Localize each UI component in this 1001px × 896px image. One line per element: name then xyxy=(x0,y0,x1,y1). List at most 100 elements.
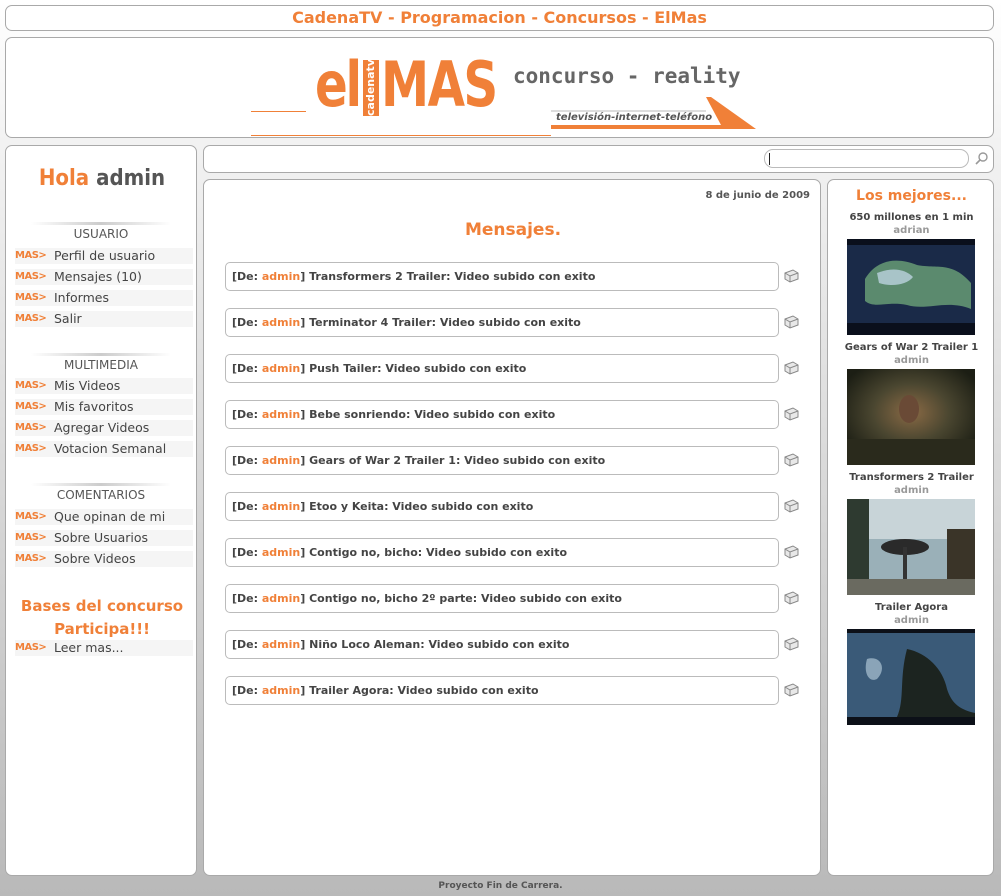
delete-message-icon[interactable] xyxy=(782,591,800,605)
message-item[interactable]: [De: admin] Push Tailer: Video subido co… xyxy=(225,354,779,383)
message-sender[interactable]: admin xyxy=(262,408,300,421)
section-divider xyxy=(31,483,171,486)
message-sender[interactable]: admin xyxy=(262,638,300,651)
message-from-prefix: [De: xyxy=(232,316,262,329)
search-icon[interactable] xyxy=(974,151,990,167)
delete-message-icon[interactable] xyxy=(782,637,800,651)
video-thumbnail[interactable] xyxy=(847,369,975,465)
sidebar-item-mis-favoritos[interactable]: MAS> Mis favoritos xyxy=(15,399,193,415)
mas-arrow-icon: MAS> xyxy=(15,250,47,261)
message-sender[interactable]: admin xyxy=(262,546,300,559)
current-date: 8 de junio de 2009 xyxy=(705,190,810,201)
section-title: COMENTARIOS xyxy=(56,488,146,502)
sidebar-item-label: Perfil de usuario xyxy=(54,248,156,263)
video-title[interactable]: Trailer Agora xyxy=(828,602,995,613)
video-author: admin xyxy=(894,355,929,366)
sidebar-item-label: Que opinan de mi xyxy=(54,509,166,524)
delete-message-icon[interactable] xyxy=(782,453,800,467)
sidebar-item-sobre-videos[interactable]: MAS> Sobre Videos xyxy=(15,551,193,567)
sidebar-item-salir[interactable]: MAS> Salir xyxy=(15,311,193,327)
message-sender[interactable]: admin xyxy=(262,454,300,467)
delete-message-icon[interactable] xyxy=(782,269,800,283)
sidebar-item-perfil[interactable]: MAS> Perfil de usuario xyxy=(15,248,193,264)
message-item[interactable]: [De: admin] Contigo no, bicho: Video sub… xyxy=(225,538,779,567)
video-title[interactable]: 650 millones en 1 min xyxy=(828,212,995,223)
sidebar-item-votacion-semanal[interactable]: MAS> Votacion Semanal xyxy=(15,441,193,457)
message-item[interactable]: [De: admin] Trailer Agora: Video subido … xyxy=(225,676,779,705)
footer: Proyecto Fin de Carrera. xyxy=(438,881,563,891)
sidebar-item-label: Leer mas... xyxy=(54,640,124,655)
message-item[interactable]: [De: admin] Contigo no, bicho 2º parte: … xyxy=(225,584,779,613)
sidebar-item-mensajes[interactable]: MAS> Mensajes (10) xyxy=(15,269,193,285)
section-divider xyxy=(31,353,171,356)
message-text: Contigo no, bicho 2º parte: Video subido… xyxy=(309,592,622,605)
message-from-prefix: [De: xyxy=(232,684,262,697)
search-input[interactable] xyxy=(764,149,969,168)
sidebar-item-leer-mas[interactable]: MAS> Leer mas... xyxy=(15,640,193,656)
video-thumbnail[interactable] xyxy=(847,499,975,595)
message-from-prefix: [De: xyxy=(232,500,262,513)
message-from-suffix: ] xyxy=(300,684,306,697)
sidebar-item-label: Votacion Semanal xyxy=(54,441,167,456)
message-sender[interactable]: admin xyxy=(262,684,300,697)
message-text: Transformers 2 Trailer: Video subido con… xyxy=(309,270,596,283)
top-nav-links[interactable]: CadenaTV - Programacion - Concursos - El… xyxy=(292,8,707,27)
elmas-logo[interactable]: el cadenatv MAS concurso - reality telev… xyxy=(251,50,756,136)
delete-message-icon[interactable] xyxy=(782,361,800,375)
mas-arrow-icon: MAS> xyxy=(15,422,47,433)
message-from-suffix: ] xyxy=(300,592,306,605)
video-title[interactable]: Gears of War 2 Trailer 1 xyxy=(828,342,995,353)
logo-mas: MAS xyxy=(381,48,498,121)
message-item[interactable]: [De: admin] Transformers 2 Trailer: Vide… xyxy=(225,262,779,291)
section-divider xyxy=(31,222,171,225)
delete-message-icon[interactable] xyxy=(782,315,800,329)
message-from-suffix: ] xyxy=(300,500,306,513)
message-sender[interactable]: admin xyxy=(262,316,300,329)
page-title: Mensajes. xyxy=(464,220,562,240)
sidebar-item-que-opinan[interactable]: MAS> Que opinan de mi xyxy=(15,509,193,525)
video-thumbnail[interactable] xyxy=(847,629,975,725)
sidebar-item-mis-videos[interactable]: MAS> Mis Videos xyxy=(15,378,193,394)
delete-message-icon[interactable] xyxy=(782,407,800,421)
participa-line: Participa!!! xyxy=(54,620,150,638)
message-from-prefix: [De: xyxy=(232,546,262,559)
sidebar-item-label: Mis favoritos xyxy=(54,399,134,414)
mas-arrow-icon: MAS> xyxy=(15,380,47,391)
search-bar xyxy=(203,145,994,173)
video-thumbnail[interactable] xyxy=(847,239,975,335)
mas-arrow-icon: MAS> xyxy=(15,292,47,303)
message-from-suffix: ] xyxy=(300,638,306,651)
sidebar-item-sobre-usuarios[interactable]: MAS> Sobre Usuarios xyxy=(15,530,193,546)
message-item[interactable]: [De: admin] Terminator 4 Trailer: Video … xyxy=(225,308,779,337)
message-item[interactable]: [De: admin] Etoo y Keita: Video subido c… xyxy=(225,492,779,521)
sidebar-item-label: Sobre Usuarios xyxy=(54,530,149,545)
delete-message-icon[interactable] xyxy=(782,683,800,697)
message-sender[interactable]: admin xyxy=(262,592,300,605)
section-multimedia: MULTIMEDIA xyxy=(31,353,171,372)
logo-cadenatv: cadenatv xyxy=(363,59,379,116)
message-item[interactable]: [De: admin] Niño Loco Aleman: Video subi… xyxy=(225,630,779,659)
message-text: Etoo y Keita: Video subido con exito xyxy=(309,500,534,513)
message-from-suffix: ] xyxy=(300,362,306,375)
section-title: MULTIMEDIA xyxy=(64,358,138,372)
message-from-prefix: [De: xyxy=(232,362,262,375)
message-from-prefix: [De: xyxy=(232,592,262,605)
logo-concurso-reality: concurso - reality xyxy=(513,64,741,88)
message-item[interactable]: [De: admin] Gears of War 2 Trailer 1: Vi… xyxy=(225,446,779,475)
message-sender[interactable]: admin xyxy=(262,362,300,375)
site-banner: el cadenatv MAS concurso - reality telev… xyxy=(5,37,994,138)
sidebar-item-label: Mis Videos xyxy=(54,378,121,393)
message-from-prefix: [De: xyxy=(232,454,262,467)
greeting-user: admin xyxy=(96,166,166,191)
sidebar-item-informes[interactable]: MAS> Informes xyxy=(15,290,193,306)
sidebar-item-agregar-videos[interactable]: MAS> Agregar Videos xyxy=(15,420,193,436)
message-sender[interactable]: admin xyxy=(262,500,300,513)
delete-message-icon[interactable] xyxy=(782,545,800,559)
delete-message-icon[interactable] xyxy=(782,499,800,513)
message-item[interactable]: [De: admin] Bebe sonriendo: Video subido… xyxy=(225,400,779,429)
top-nav-bar: CadenaTV - Programacion - Concursos - El… xyxy=(5,5,994,31)
video-title[interactable]: Transformers 2 Trailer xyxy=(828,472,995,483)
sidebar-item-label: Mensajes (10) xyxy=(54,269,142,284)
left-sidebar: Hola admin USUARIO MAS> Perfil de usuari… xyxy=(5,145,197,876)
message-sender[interactable]: admin xyxy=(262,270,300,283)
